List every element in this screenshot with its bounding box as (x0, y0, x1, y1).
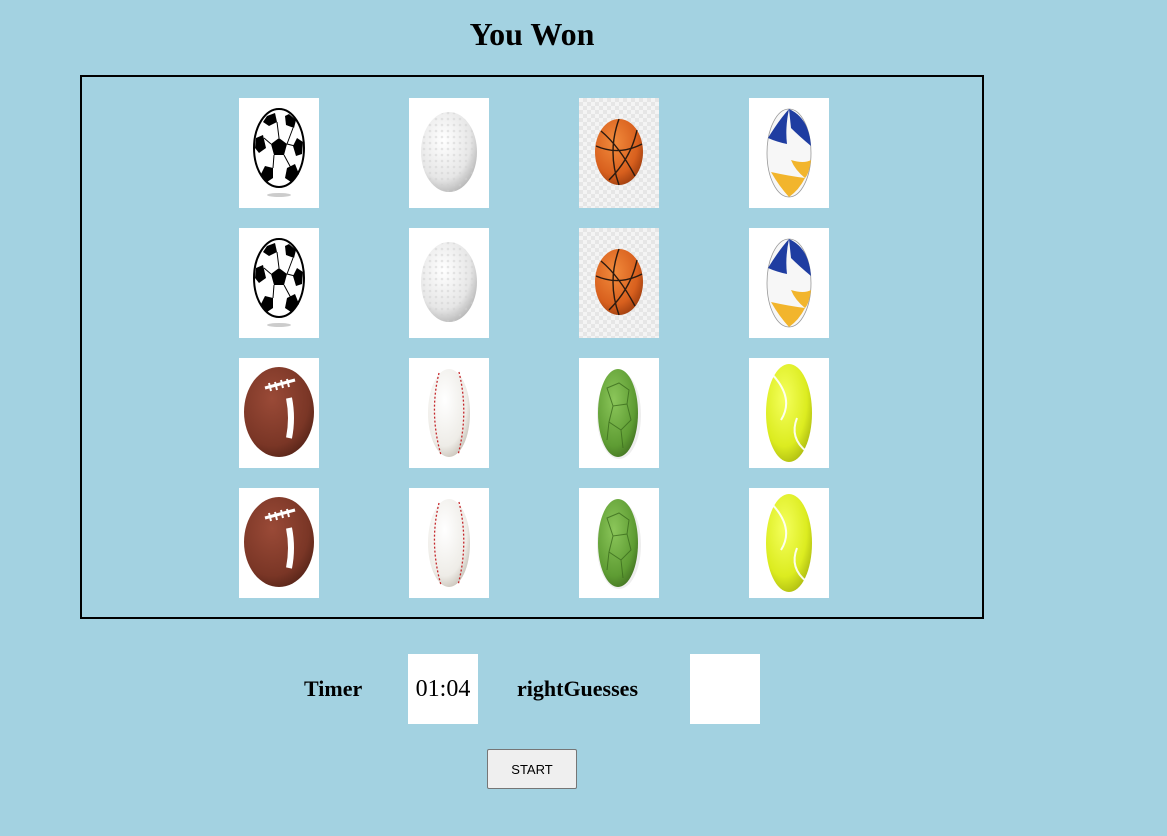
handball-icon (597, 499, 641, 589)
volleyball-icon (766, 108, 812, 198)
card-tennis-ball[interactable] (749, 358, 829, 468)
volleyball-icon (766, 238, 812, 328)
tennis-ball-icon (766, 494, 812, 592)
basketball-icon (595, 248, 643, 316)
timer-value: 01:04 (408, 654, 478, 724)
basketball-icon (595, 118, 643, 186)
baseball-icon (428, 369, 470, 457)
game-status-title: You Won (469, 16, 595, 52)
start-button[interactable]: START (487, 749, 577, 789)
card-american-football[interactable] (239, 358, 319, 468)
card-volleyball[interactable] (749, 228, 829, 338)
card-golf-ball[interactable] (409, 98, 489, 208)
card-basketball[interactable] (579, 98, 659, 208)
card-handball[interactable] (579, 358, 659, 468)
game-board (80, 75, 984, 619)
card-soccer-ball[interactable] (239, 228, 319, 338)
right-guesses-label: rightGuesses (517, 676, 638, 701)
card-volleyball[interactable] (749, 98, 829, 208)
timer-label: Timer (304, 676, 363, 701)
card-baseball[interactable] (409, 488, 489, 598)
card-tennis-ball[interactable] (749, 488, 829, 598)
card-handball[interactable] (579, 488, 659, 598)
card-soccer-ball[interactable] (239, 98, 319, 208)
card-american-football[interactable] (239, 488, 319, 598)
card-baseball[interactable] (409, 358, 489, 468)
tennis-ball-icon (766, 364, 812, 462)
golf-ball-icon (421, 112, 477, 192)
american-football-icon (244, 497, 314, 587)
handball-icon (597, 369, 641, 459)
golf-ball-icon (421, 242, 477, 322)
card-golf-ball[interactable] (409, 228, 489, 338)
card-basketball[interactable] (579, 228, 659, 338)
right-guesses-value (690, 654, 760, 724)
soccer-ball-icon (253, 238, 305, 327)
american-football-icon (244, 367, 314, 457)
baseball-icon (428, 499, 470, 587)
soccer-ball-icon (253, 108, 305, 197)
